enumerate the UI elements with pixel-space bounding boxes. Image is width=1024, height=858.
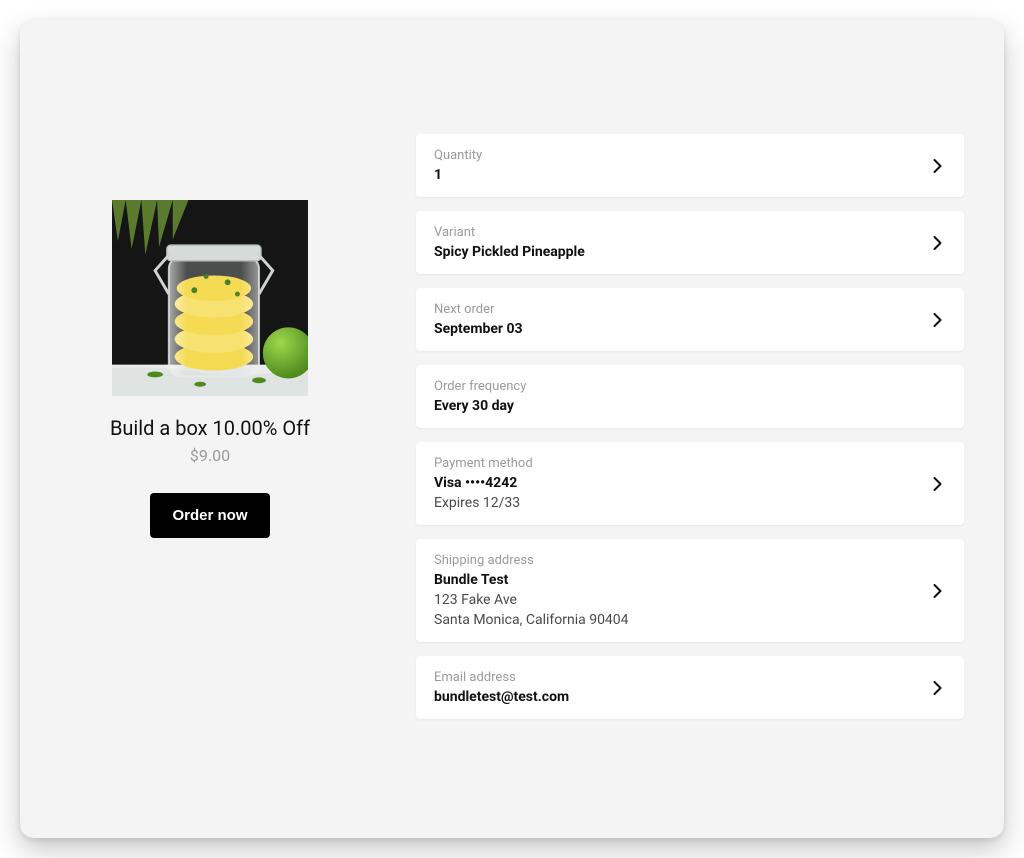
shipping-address-row[interactable]: Shipping address Bundle Test 123 Fake Av… — [416, 539, 964, 642]
chevron-right-icon — [928, 234, 946, 252]
order-frequency-value: Every 30 day — [434, 398, 526, 414]
quantity-label: Quantity — [434, 148, 482, 163]
shipping-line1: 123 Fake Ave — [434, 592, 629, 608]
next-order-value: September 03 — [434, 321, 523, 337]
chevron-right-icon — [928, 679, 946, 697]
chevron-right-icon — [928, 311, 946, 329]
payment-expiry-line: Expires 12/33 — [434, 495, 533, 511]
shipping-address-label: Shipping address — [434, 553, 629, 568]
product-title: Build a box 10.00% Off — [110, 416, 310, 440]
next-order-label: Next order — [434, 302, 523, 317]
chevron-right-icon — [928, 157, 946, 175]
variant-value: Spicy Pickled Pineapple — [434, 244, 585, 260]
email-label: Email address — [434, 670, 569, 685]
chevron-right-icon — [928, 475, 946, 493]
subscription-settings-list: Quantity 1 Variant Spicy Pickled Pineapp… — [416, 120, 964, 798]
email-row[interactable]: Email address bundletest@test.com — [416, 656, 964, 719]
variant-row[interactable]: Variant Spicy Pickled Pineapple — [416, 211, 964, 274]
email-value: bundletest@test.com — [434, 689, 569, 705]
quantity-value: 1 — [434, 167, 482, 183]
next-order-row[interactable]: Next order September 03 — [416, 288, 964, 351]
product-price: $9.00 — [190, 446, 230, 465]
subscription-detail-panel: Build a box 10.00% Off $9.00 Order now Q… — [20, 20, 1004, 838]
payment-card-line: Visa ••••4242 — [434, 475, 533, 491]
order-frequency-label: Order frequency — [434, 379, 526, 394]
payment-method-label: Payment method — [434, 456, 533, 471]
order-now-button[interactable]: Order now — [150, 493, 269, 538]
chevron-right-icon — [928, 582, 946, 600]
shipping-name: Bundle Test — [434, 572, 629, 588]
payment-method-row[interactable]: Payment method Visa ••••4242 Expires 12/… — [416, 442, 964, 525]
variant-label: Variant — [434, 225, 585, 240]
order-frequency-row: Order frequency Every 30 day — [416, 365, 964, 428]
shipping-line2: Santa Monica, California 90404 — [434, 612, 629, 628]
product-image — [112, 200, 308, 396]
product-summary: Build a box 10.00% Off $9.00 Order now — [60, 120, 360, 798]
quantity-row[interactable]: Quantity 1 — [416, 134, 964, 197]
